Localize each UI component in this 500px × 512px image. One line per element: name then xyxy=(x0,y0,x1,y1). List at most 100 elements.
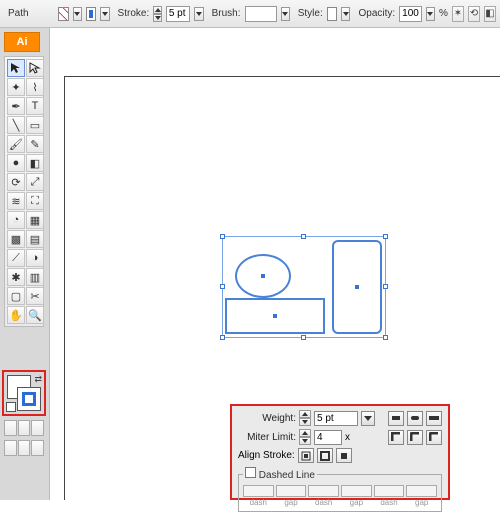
scale-tool[interactable]: ⤢ xyxy=(26,173,44,191)
magic-wand-tool[interactable]: ✦ xyxy=(7,78,25,96)
stroke-color-box[interactable] xyxy=(17,387,41,411)
perspective-tool[interactable]: ▦ xyxy=(26,211,44,229)
gradient-tool[interactable]: ▤ xyxy=(26,230,44,248)
fill-stroke-control[interactable]: ⇄ xyxy=(2,370,46,416)
object-type-label: Path xyxy=(8,8,29,19)
dash-label-3: dash xyxy=(380,498,397,507)
blend-tool[interactable]: ◑ xyxy=(26,249,44,267)
cap-round-button[interactable] xyxy=(407,411,423,426)
cap-butt-button[interactable] xyxy=(388,411,404,426)
dash-gap-row: dash gap dash gap dash gap xyxy=(243,485,437,507)
opacity-input[interactable]: 100 xyxy=(399,6,422,22)
opacity-dropdown[interactable] xyxy=(426,7,435,21)
rectangle-tool[interactable]: ▭ xyxy=(26,116,44,134)
stroke-weight-input[interactable]: 5 pt xyxy=(166,6,191,22)
type-tool[interactable]: T xyxy=(26,97,44,115)
line-tool[interactable]: ╲ xyxy=(7,116,25,134)
style-dropdown[interactable] xyxy=(341,7,350,21)
artboard-top-edge xyxy=(64,76,500,77)
align-stroke-center-button[interactable] xyxy=(298,448,314,463)
cap-projecting-button[interactable] xyxy=(426,411,442,426)
fill-dropdown[interactable] xyxy=(73,7,82,21)
stroke-dropdown[interactable] xyxy=(100,7,109,21)
pencil-tool[interactable]: ✎ xyxy=(26,135,44,153)
lasso-tool[interactable]: ⌇ xyxy=(26,78,44,96)
style-swatch[interactable] xyxy=(327,7,338,21)
align-stroke-outside-button[interactable] xyxy=(336,448,352,463)
color-mode-solid[interactable] xyxy=(4,420,17,436)
stroke-weight-dropdown[interactable] xyxy=(194,7,203,21)
join-round-button[interactable] xyxy=(407,430,423,445)
align-stroke-inside-button[interactable] xyxy=(317,448,333,463)
rect2-center-anchor xyxy=(355,285,359,289)
align-icon[interactable]: ◧ xyxy=(484,6,496,22)
direct-select-tool[interactable] xyxy=(26,59,44,77)
blob-brush-tool[interactable]: ● xyxy=(7,154,25,172)
dash-input-1[interactable] xyxy=(243,485,274,497)
swap-fill-stroke-icon[interactable]: ⇄ xyxy=(34,374,42,385)
brush-dropdown[interactable] xyxy=(281,7,290,21)
artboard-left-edge xyxy=(64,76,65,500)
color-mode-gradient[interactable] xyxy=(18,420,31,436)
rotate-tool[interactable]: ⟳ xyxy=(7,173,25,191)
join-bevel-button[interactable] xyxy=(426,430,442,445)
pen-tool[interactable]: ✒ xyxy=(7,97,25,115)
graph-tool[interactable]: ▥ xyxy=(26,268,44,286)
zoom-tool[interactable]: 🔍 xyxy=(26,306,44,324)
shape-builder-tool[interactable]: ◔ xyxy=(7,211,25,229)
miter-spinner[interactable] xyxy=(299,429,311,445)
miter-input[interactable]: 4 xyxy=(314,430,342,445)
dash-input-3[interactable] xyxy=(374,485,405,497)
draw-behind[interactable] xyxy=(18,440,31,456)
rectangle-bottom-shape[interactable] xyxy=(225,298,325,334)
miter-unit: x xyxy=(345,432,350,443)
handle-nw[interactable] xyxy=(220,234,225,239)
weight-label: Weight: xyxy=(238,413,296,424)
paintbrush-tool[interactable]: 🖌 xyxy=(7,135,25,153)
selection-tool[interactable] xyxy=(7,59,25,77)
eraser-tool[interactable]: ◧ xyxy=(26,154,44,172)
weight-input[interactable]: 5 pt xyxy=(314,411,358,426)
gap-input-3[interactable] xyxy=(406,485,437,497)
default-fill-stroke-icon[interactable] xyxy=(6,402,16,412)
ellipse-shape[interactable] xyxy=(235,254,291,298)
transform-icon[interactable]: ⟲ xyxy=(468,6,480,22)
handle-sw[interactable] xyxy=(220,335,225,340)
hand-tool[interactable]: ✋ xyxy=(7,306,25,324)
gap-label-3: gap xyxy=(415,498,428,507)
handle-n[interactable] xyxy=(301,234,306,239)
join-miter-button[interactable] xyxy=(388,430,404,445)
gap-input-1[interactable] xyxy=(276,485,307,497)
stroke-panel: Weight: 5 pt Miter Limit: 4 x Align Stro… xyxy=(230,404,450,500)
rectangle-right-shape[interactable] xyxy=(332,240,382,334)
draw-normal[interactable] xyxy=(4,440,17,456)
weight-spinner[interactable] xyxy=(299,410,311,426)
weight-dropdown[interactable] xyxy=(361,411,375,426)
toolbox: ✦ ⌇ ✒ T ╲ ▭ 🖌 ✎ ● ◧ ⟳ ⤢ ≋ ⛶ ◔ ▦ ▩ ▤ ⟋ ◑ … xyxy=(4,56,44,327)
color-mode-none[interactable] xyxy=(31,420,44,436)
dash-input-2[interactable] xyxy=(308,485,339,497)
handle-w[interactable] xyxy=(220,284,225,289)
recolor-icon[interactable]: ✶ xyxy=(452,6,464,22)
slice-tool[interactable]: ✂ xyxy=(26,287,44,305)
style-label: Style: xyxy=(298,8,323,19)
mesh-tool[interactable]: ▩ xyxy=(7,230,25,248)
handle-ne[interactable] xyxy=(383,234,388,239)
symbol-sprayer-tool[interactable]: ✱ xyxy=(7,268,25,286)
dashed-line-checkbox[interactable] xyxy=(245,467,256,478)
handle-e[interactable] xyxy=(383,284,388,289)
eyedropper-tool[interactable]: ⟋ xyxy=(7,249,25,267)
brush-field[interactable] xyxy=(245,6,277,22)
artboard-tool[interactable]: ▢ xyxy=(7,287,25,305)
width-tool[interactable]: ≋ xyxy=(7,192,25,210)
fill-swatch[interactable] xyxy=(58,7,69,21)
canvas[interactable]: Weight: 5 pt Miter Limit: 4 x Align Stro… xyxy=(50,28,500,500)
stroke-weight-spinner[interactable] xyxy=(153,6,162,22)
handle-se[interactable] xyxy=(383,335,388,340)
draw-inside[interactable] xyxy=(31,440,44,456)
color-mode-buttons xyxy=(4,420,44,436)
free-transform-tool[interactable]: ⛶ xyxy=(26,192,44,210)
stroke-swatch[interactable] xyxy=(86,7,97,21)
handle-s[interactable] xyxy=(301,335,306,340)
gap-input-2[interactable] xyxy=(341,485,372,497)
